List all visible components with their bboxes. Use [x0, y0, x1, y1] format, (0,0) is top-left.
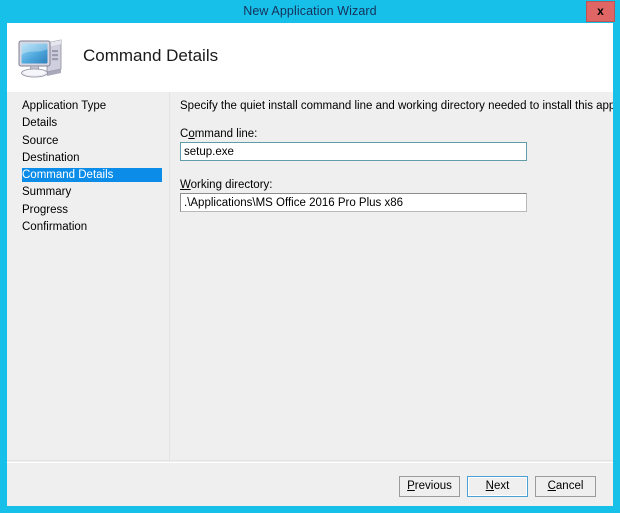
command-line-label: Command line: — [180, 128, 258, 140]
wizard-header: Command Details — [7, 23, 613, 92]
step-list: Application Type Details Source Destinat… — [7, 99, 169, 237]
sidebar-item-progress[interactable]: Progress — [7, 203, 169, 217]
footer-divider-top — [7, 460, 613, 461]
window-title: New Application Wizard — [243, 4, 377, 18]
instruction-text: Specify the quiet install command line a… — [180, 100, 613, 112]
footer: Previous Next Cancel — [7, 463, 613, 506]
working-directory-label: Working directory: — [180, 179, 273, 191]
sidebar-item-application-type[interactable]: Application Type — [7, 99, 169, 113]
client-area: Command Details Application Type Details… — [7, 23, 613, 506]
command-line-input[interactable] — [180, 142, 527, 161]
computer-icon — [16, 35, 68, 81]
content-pane: Specify the quiet install command line a… — [170, 92, 613, 462]
sidebar-item-destination[interactable]: Destination — [7, 151, 169, 165]
sidebar-item-command-details[interactable]: Command Details — [22, 168, 162, 183]
page-title: Command Details — [83, 46, 219, 65]
next-button[interactable]: Next — [467, 476, 528, 497]
title-bar: New Application Wizard x — [0, 0, 620, 23]
sidebar: Application Type Details Source Destinat… — [7, 92, 169, 462]
working-directory-input[interactable] — [180, 193, 527, 212]
sidebar-item-confirmation[interactable]: Confirmation — [7, 220, 169, 234]
sidebar-item-source[interactable]: Source — [7, 134, 169, 148]
cancel-button[interactable]: Cancel — [535, 476, 596, 497]
wizard-body: Application Type Details Source Destinat… — [7, 92, 613, 506]
sidebar-item-details[interactable]: Details — [7, 116, 169, 130]
sidebar-item-summary[interactable]: Summary — [7, 185, 169, 199]
close-icon[interactable]: x — [586, 1, 615, 22]
previous-button[interactable]: Previous — [399, 476, 460, 497]
wizard-window: New Application Wizard x Command Details… — [0, 0, 620, 513]
